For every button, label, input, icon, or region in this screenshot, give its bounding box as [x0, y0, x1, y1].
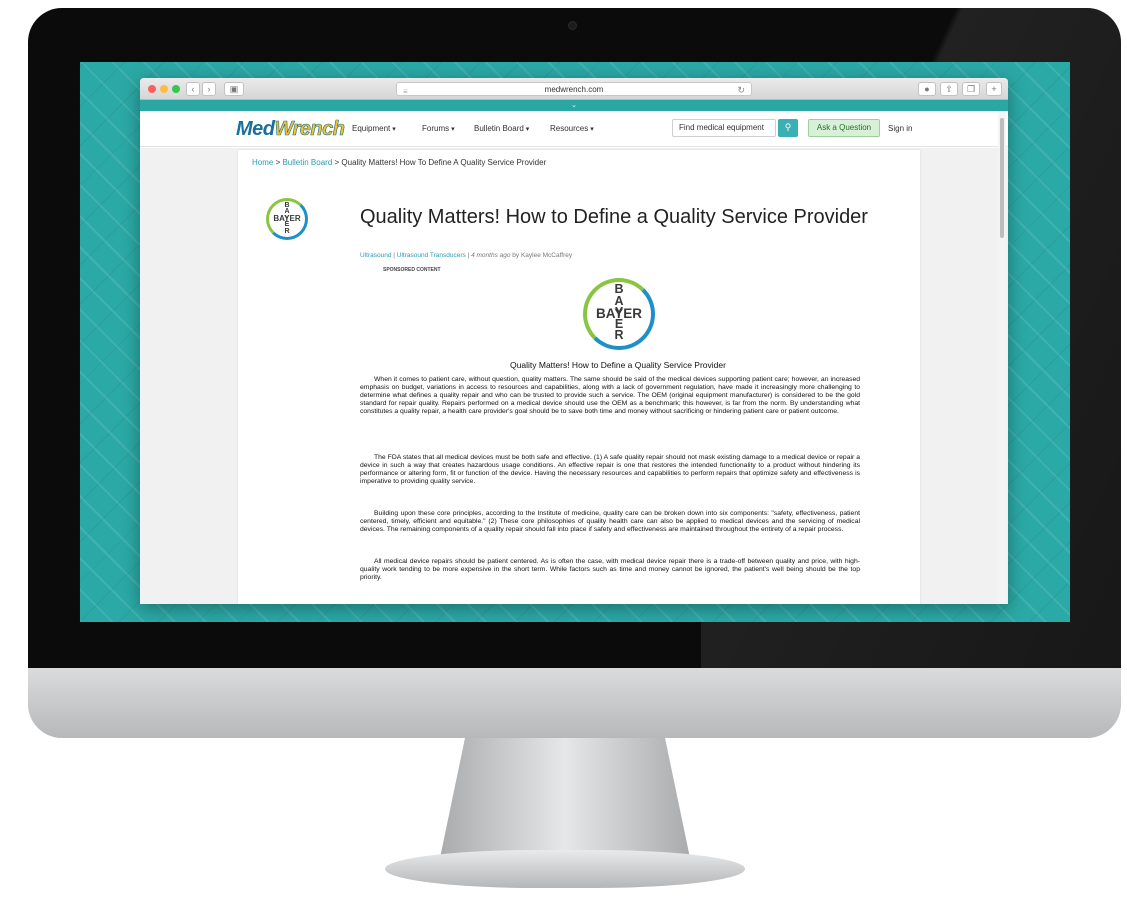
sign-in-link[interactable]: Sign in	[888, 124, 912, 133]
logo-part-med: Med	[236, 118, 275, 140]
article-time: 4 months ago	[471, 252, 511, 259]
monitor-stand	[440, 738, 690, 858]
scrollbar-thumb[interactable]	[1000, 118, 1004, 238]
article-paragraph: When it comes to patient care, without q…	[360, 376, 860, 416]
article-author: Kaylee McCaffrey	[520, 252, 573, 259]
minimize-window-button[interactable]	[160, 85, 168, 93]
document-heading: Quality Matters! How to Define a Quality…	[510, 360, 726, 370]
breadcrumb: Home > Bulletin Board > Quality Matters!…	[252, 158, 546, 167]
sidebar-icon[interactable]: ▣	[224, 82, 244, 96]
article-paragraph: Building upon these core principles, acc…	[360, 510, 860, 534]
medwrench-logo[interactable]: MedWrench	[236, 118, 345, 141]
article-paragraph: The FDA states that all medical devices …	[360, 454, 860, 486]
breadcrumb-bulletin-board[interactable]: Bulletin Board	[282, 158, 332, 167]
sponsored-label: SPONSORED CONTENT	[383, 267, 441, 273]
screen-wallpaper: ‹ › ▣ ≡ medwrench.com ↻ ● ⇧ ❐ + ⌄ MedWre…	[80, 62, 1070, 622]
browser-toolbar: ‹ › ▣ ≡ medwrench.com ↻ ● ⇧ ❐ +	[140, 78, 1008, 100]
article-title: Quality Matters! How to Define a Quality…	[360, 206, 868, 228]
browser-window: ‹ › ▣ ≡ medwrench.com ↻ ● ⇧ ❐ + ⌄ MedWre…	[140, 78, 1008, 604]
ask-question-button[interactable]: Ask a Question	[808, 119, 880, 137]
category-link-ultrasound[interactable]: Ultrasound	[360, 252, 391, 259]
forward-icon[interactable]: ›	[202, 82, 216, 96]
camera-icon	[568, 21, 577, 30]
search-input[interactable]: Find medical equipment	[672, 119, 776, 137]
monitor-stand-base	[385, 850, 745, 888]
logo-horizontal-text: BAYER	[595, 306, 643, 321]
logo-horizontal-text: BAYER	[273, 214, 301, 223]
breadcrumb-current: Quality Matters! How To Define A Quality…	[341, 158, 547, 167]
article-card: Home > Bulletin Board > Quality Matters!…	[238, 150, 920, 604]
nav-forums[interactable]: Forums	[422, 124, 455, 133]
address-bar[interactable]: ≡ medwrench.com ↻	[396, 82, 752, 96]
reload-icon[interactable]: ↻	[737, 84, 745, 97]
address-url: medwrench.com	[544, 85, 604, 94]
share-icon[interactable]: ⇧	[940, 82, 958, 96]
close-window-button[interactable]	[148, 85, 156, 93]
breadcrumb-home[interactable]: Home	[252, 158, 273, 167]
category-link-transducers[interactable]: Ultrasound Transducers	[397, 252, 466, 259]
nav-equipment[interactable]: Equipment	[352, 124, 396, 133]
new-tab-icon[interactable]: +	[986, 82, 1002, 96]
bayer-logo-large: BAYER BAYER	[583, 278, 655, 350]
downloads-icon[interactable]: ●	[918, 82, 936, 96]
chevron-double-down-icon[interactable]: ⌄	[140, 100, 1008, 111]
bayer-logo-small[interactable]: BAYER BAYER	[266, 198, 308, 240]
nav-resources[interactable]: Resources	[550, 124, 594, 133]
tabs-icon[interactable]: ❐	[962, 82, 980, 96]
back-icon[interactable]: ‹	[186, 82, 200, 96]
zoom-window-button[interactable]	[172, 85, 180, 93]
logo-part-wrench: Wrench	[274, 118, 345, 141]
article-meta: Ultrasound | Ultrasound Transducers | 4 …	[360, 252, 573, 259]
reader-icon[interactable]: ≡	[403, 85, 408, 98]
search-icon[interactable]: ⚲	[778, 119, 798, 137]
site-header: MedWrench Equipment Forums Bulletin Boar…	[140, 111, 1008, 147]
monitor-chin	[28, 668, 1121, 738]
article-paragraph: All medical device repairs should be pat…	[360, 558, 860, 582]
nav-bulletin-board[interactable]: Bulletin Board	[474, 124, 529, 133]
